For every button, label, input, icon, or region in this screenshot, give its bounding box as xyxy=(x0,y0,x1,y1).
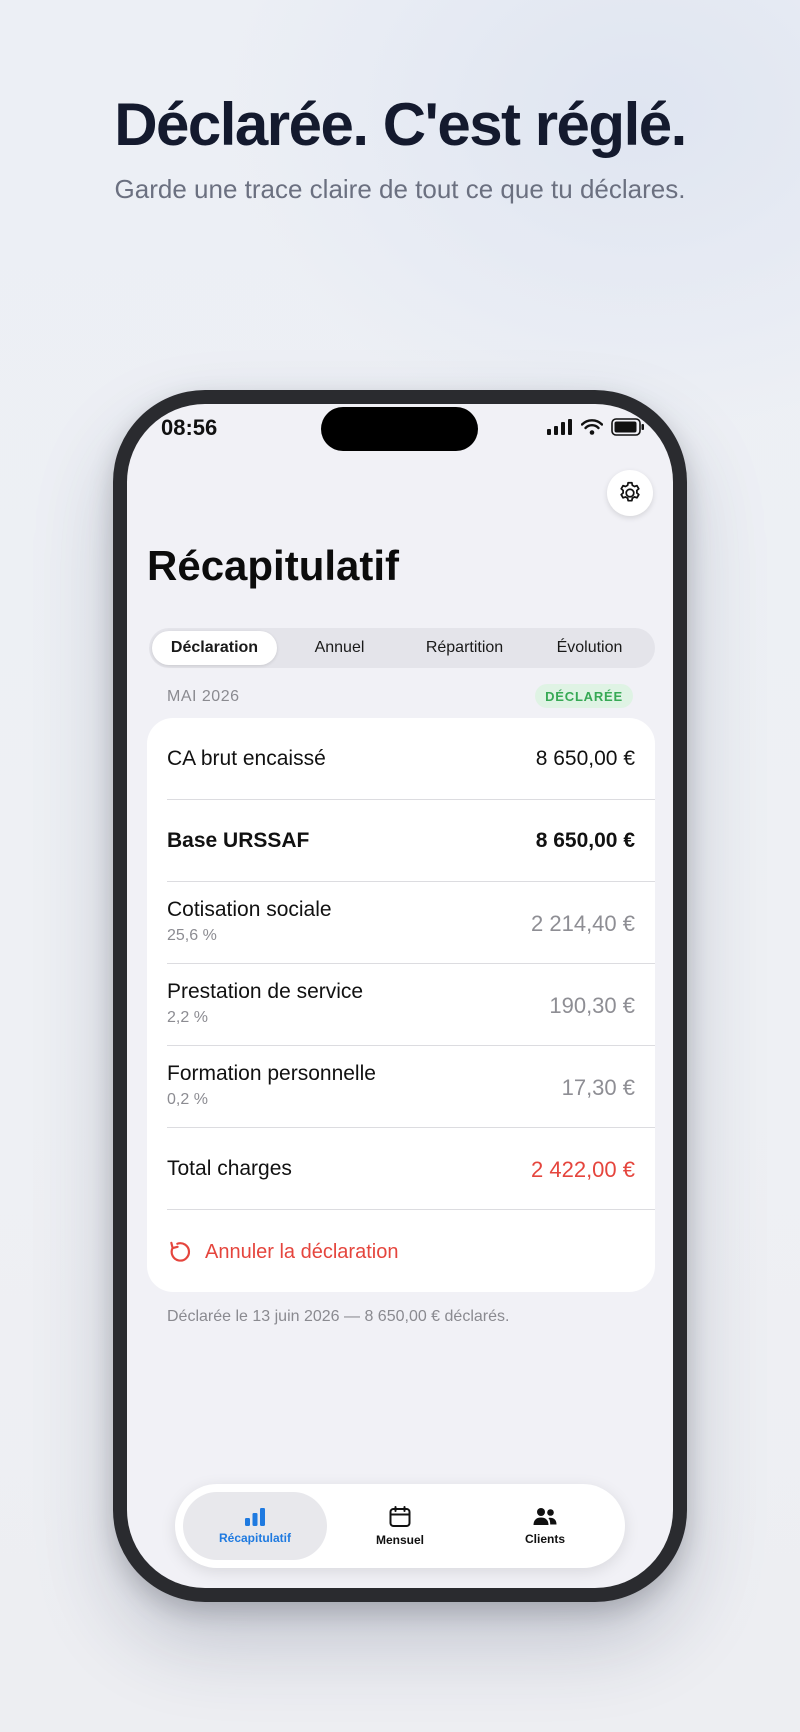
row-label: Prestation de service xyxy=(167,980,364,1003)
period-label: MAI 2026 xyxy=(167,688,240,705)
row-value: 17,30 € xyxy=(561,1075,635,1100)
row-formation-personnelle: Formation personnelle 0,2 % 17,30 € xyxy=(167,1046,655,1128)
row-value: 190,30 € xyxy=(549,993,635,1018)
row-value: 8 650,00 € xyxy=(535,829,635,852)
settings-button[interactable] xyxy=(607,470,653,516)
tab-label: Mensuel xyxy=(375,1533,424,1547)
row-label: Formation personnelle xyxy=(167,1062,376,1085)
row-base-urssaf: Base URSSAF 8 650,00 € xyxy=(167,800,655,882)
row-rate: 2,2 % xyxy=(167,1009,208,1026)
row-prestation-service: Prestation de service 2,2 % 190,30 € xyxy=(167,964,655,1046)
row-label: Total charges xyxy=(167,1157,292,1180)
segment-evolution[interactable]: Évolution xyxy=(527,631,652,665)
row-total-charges: Total charges 2 422,00 € xyxy=(167,1128,655,1210)
tab-label: Récapitulatif xyxy=(218,1531,291,1545)
segment-repartition[interactable]: Répartition xyxy=(402,631,527,665)
row-value: 2 214,40 € xyxy=(531,911,635,936)
row-label: CA brut encaissé xyxy=(167,747,326,770)
tab-clients[interactable]: Clients xyxy=(473,1492,617,1560)
battery-icon xyxy=(611,418,644,436)
status-icons xyxy=(547,418,645,436)
row-ca-brut: CA brut encaissé 8 650,00 € xyxy=(167,718,655,800)
chart-bar-icon xyxy=(245,1508,265,1526)
promo-subheadline: Garde une trace claire de tout ce que tu… xyxy=(114,174,686,204)
segmented-control: Déclaration Annuel Répartition Évolution xyxy=(149,628,655,668)
tab-bar: Récapitulatif Mensuel Clients xyxy=(175,1484,625,1568)
cancel-declaration-label: Annuler la déclaration xyxy=(205,1240,399,1263)
row-label: Cotisation sociale xyxy=(167,898,332,921)
row-rate: 25,6 % xyxy=(167,927,217,944)
promo-headline: Déclarée. C'est réglé. xyxy=(114,91,687,158)
row-rate: 0,2 % xyxy=(167,1091,208,1108)
dynamic-island xyxy=(321,407,478,451)
cellular-signal-icon xyxy=(547,419,572,435)
wifi-icon xyxy=(581,419,603,435)
declaration-card: CA brut encaissé 8 650,00 € Base URSSAF … xyxy=(147,718,655,1292)
people-icon xyxy=(533,1508,557,1525)
row-label: Base URSSAF xyxy=(167,829,310,852)
undo-circle-icon xyxy=(170,1241,191,1262)
segment-declaration[interactable]: Déclaration xyxy=(152,631,277,665)
segment-annuel[interactable]: Annuel xyxy=(277,631,402,665)
tab-mensuel[interactable]: Mensuel xyxy=(328,1492,472,1560)
declaration-footnote: Déclarée le 13 juin 2026 — 8 650,00 € dé… xyxy=(167,1308,510,1325)
gear-icon xyxy=(620,481,640,502)
status-badge: DÉCLARÉE xyxy=(535,684,633,708)
tab-label: Clients xyxy=(524,1532,565,1546)
row-cotisation-sociale: Cotisation sociale 25,6 % 2 214,40 € xyxy=(167,882,655,964)
app-screen: 08:56 Récapitulatif Déclaration Annuel R… xyxy=(127,404,673,1588)
row-value: 2 422,00 € xyxy=(531,1157,635,1182)
page-title: Récapitulatif xyxy=(147,542,400,589)
cancel-declaration-button[interactable]: Annuler la déclaration xyxy=(167,1212,398,1292)
calendar-icon xyxy=(389,1506,411,1527)
status-time: 08:56 xyxy=(161,415,218,440)
row-value: 8 650,00 € xyxy=(535,747,635,770)
phone-frame: 08:56 Récapitulatif Déclaration Annuel R… xyxy=(113,390,687,1602)
tab-recapitulatif[interactable]: Récapitulatif xyxy=(183,1492,327,1560)
